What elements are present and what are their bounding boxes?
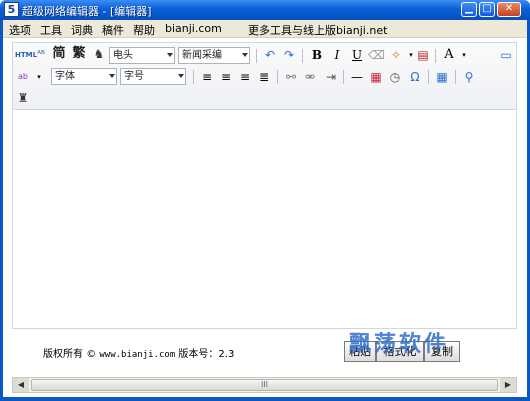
scroll-right-icon[interactable]: ▶ (500, 378, 516, 392)
chevron-down-icon[interactable]: ▾ (31, 69, 47, 85)
spellcheck-icon[interactable]: ᴬᴮ (33, 47, 49, 63)
align-right-icon[interactable]: ≡ (237, 69, 253, 85)
toolbar-divider (428, 70, 429, 84)
font-select-value: 字体 (55, 71, 75, 82)
justify-icon[interactable]: ≣ (256, 69, 272, 85)
menu-bianji-com[interactable]: bianji.com (165, 22, 222, 35)
minimize-button[interactable]: ▁ (461, 2, 477, 17)
toolbar-divider (343, 70, 344, 84)
unlink-icon[interactable]: ⚮ (302, 69, 318, 85)
simplified-chinese-button[interactable]: 简 (51, 46, 67, 62)
toolbar-divider (193, 70, 194, 84)
window-title: 超级网络编辑器 - [编辑器] (22, 5, 152, 18)
magic-wand-icon[interactable]: ✧ (388, 47, 404, 63)
maximize-button[interactable]: □ (479, 2, 495, 17)
category-select-value: 新闻采编 (182, 50, 222, 61)
toolbar-divider (455, 70, 456, 84)
table-icon[interactable]: ▦ (434, 69, 450, 85)
site-link: www.bianji.com (99, 350, 176, 360)
chevron-down-icon (242, 53, 248, 57)
toolbar-divider (435, 49, 436, 63)
chevron-down-icon (178, 74, 184, 78)
toolbar-divider (277, 70, 278, 84)
size-select[interactable]: 字号 (120, 68, 186, 85)
stamp-icon[interactable]: ♞ (91, 46, 107, 62)
menu-tools[interactable]: 工具 (40, 22, 62, 38)
chevron-down-icon[interactable]: ▾ (456, 47, 472, 63)
menu-help[interactable]: 帮助 (133, 22, 155, 38)
binoculars-icon[interactable]: ♜ (15, 90, 31, 106)
eraser-icon[interactable]: ⌫ (368, 47, 385, 63)
scroll-grip: III (260, 380, 269, 389)
close-button[interactable]: ✕ (497, 2, 521, 17)
italic-button[interactable]: I (329, 47, 345, 63)
calendar-icon[interactable]: ▦ (368, 69, 384, 85)
undo-icon[interactable]: ↶ (262, 47, 278, 63)
special-char-icon[interactable]: Ω (407, 69, 423, 85)
headline-select-value: 电头 (113, 50, 133, 61)
font-size-icon[interactable]: A (441, 47, 457, 63)
editor-content-area[interactable] (12, 111, 517, 329)
title-bar: 5 超级网络编辑器 - [编辑器] ▁ □ ✕ (0, 0, 530, 20)
link-icon[interactable]: ⚯ (283, 69, 299, 85)
horizontal-rule-icon[interactable]: — (349, 69, 365, 85)
align-center-icon[interactable]: ≡ (218, 69, 234, 85)
align-left-icon[interactable]: ≡ (199, 69, 215, 85)
clock-icon[interactable]: ◷ (387, 69, 403, 85)
horizontal-scrollbar[interactable]: ◀ III ▶ (12, 377, 517, 393)
size-select-value: 字号 (124, 71, 144, 82)
copyright-line: 版权所有 © www.bianji.com 版本号：2.3 (43, 345, 234, 360)
zoom-icon[interactable]: ⚲ (461, 69, 477, 85)
menu-dictionary[interactable]: 词典 (71, 22, 93, 38)
client-area: HTML ᴬᴮ 简 繁 ♞ 电头 新闻采编 ↶ ↷ B I U ⌫ ✧ ▾ ▤ … (3, 38, 527, 397)
font-select[interactable]: 字体 (51, 68, 117, 85)
editor-toolbar: HTML ᴬᴮ 简 繁 ♞ 电头 新闻采编 ↶ ↷ B I U ⌫ ✧ ▾ ▤ … (12, 42, 517, 110)
monitor-icon[interactable]: ▭ (498, 47, 514, 63)
menu-manuscript[interactable]: 稿件 (102, 22, 124, 38)
copyright-symbol: © (86, 349, 97, 360)
category-select[interactable]: 新闻采编 (178, 47, 250, 64)
watermark-logo: 飘荡软件 (349, 331, 450, 357)
scroll-left-icon[interactable]: ◀ (13, 378, 29, 392)
indent-icon[interactable]: ⇥ (323, 69, 339, 85)
copyright-label: 版权所有 (43, 349, 83, 360)
html-source-icon[interactable]: HTML (15, 47, 37, 63)
chevron-down-icon (167, 53, 173, 57)
version-label: 版本号：2.3 (178, 349, 235, 360)
underline-button[interactable]: U (349, 47, 365, 63)
app-icon: 5 (4, 2, 19, 17)
menu-more-tools[interactable]: 更多工具与线上版bianji.net (248, 22, 387, 38)
toolbar-divider (256, 49, 257, 63)
scroll-thumb[interactable]: III (31, 379, 498, 391)
redo-icon[interactable]: ↷ (281, 47, 297, 63)
traditional-chinese-button[interactable]: 繁 (71, 46, 87, 62)
menu-options[interactable]: 选项 (9, 22, 31, 38)
highlight-color-icon[interactable]: ab (15, 69, 31, 85)
paste-text-icon[interactable]: ▤ (415, 47, 431, 63)
app-window: 5 超级网络编辑器 - [编辑器] ▁ □ ✕ 选项 工具 词典 稿件 帮助 b… (0, 0, 530, 401)
menu-bar: 选项 工具 词典 稿件 帮助 bianji.com 更多工具与线上版bianji… (3, 20, 527, 38)
bold-button[interactable]: B (309, 47, 325, 63)
headline-select[interactable]: 电头 (109, 47, 175, 64)
toolbar-divider (302, 49, 303, 63)
chevron-down-icon (109, 74, 115, 78)
